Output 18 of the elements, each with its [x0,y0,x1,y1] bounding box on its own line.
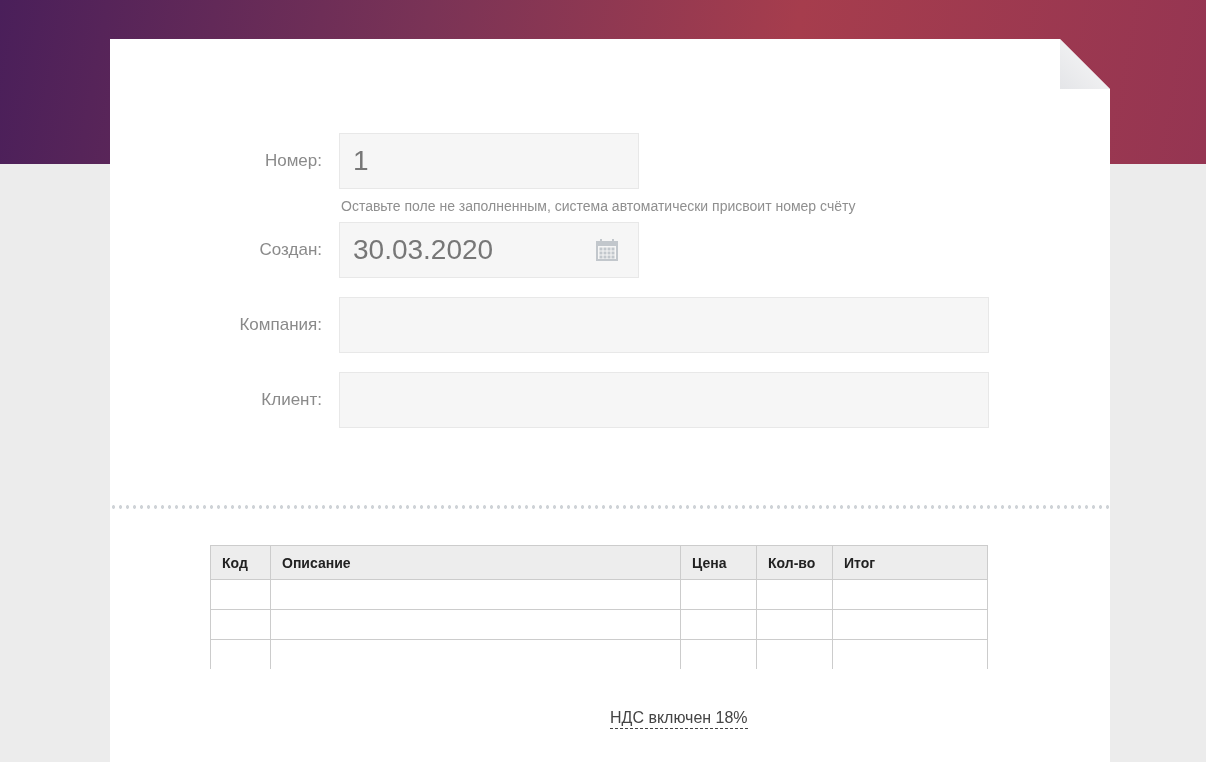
table-cell [210,639,271,669]
column-header: Код [210,545,271,580]
column-header: Итог [832,545,988,580]
field-label: Создан: [258,239,322,261]
vat-link[interactable]: НДС включен 18% [610,709,748,729]
input-field[interactable]: 1 [339,133,639,189]
column-header: Описание [270,545,681,580]
column-header: Цена [680,545,757,580]
folded-corner-icon [1060,39,1110,89]
field-hint: Оставьте поле не заполненным, система автоматически присвоит номер счёту [341,198,856,214]
column-header: Кол-во [756,545,833,580]
calendar-icon[interactable] [595,238,619,262]
table-cell [210,579,271,610]
field-label: Компания: [238,314,322,336]
date-field[interactable]: 30.03.2020 [339,222,639,278]
field-label: Номер: [263,150,322,172]
field-label: Клиент: [260,389,322,411]
table-cell [210,609,271,640]
